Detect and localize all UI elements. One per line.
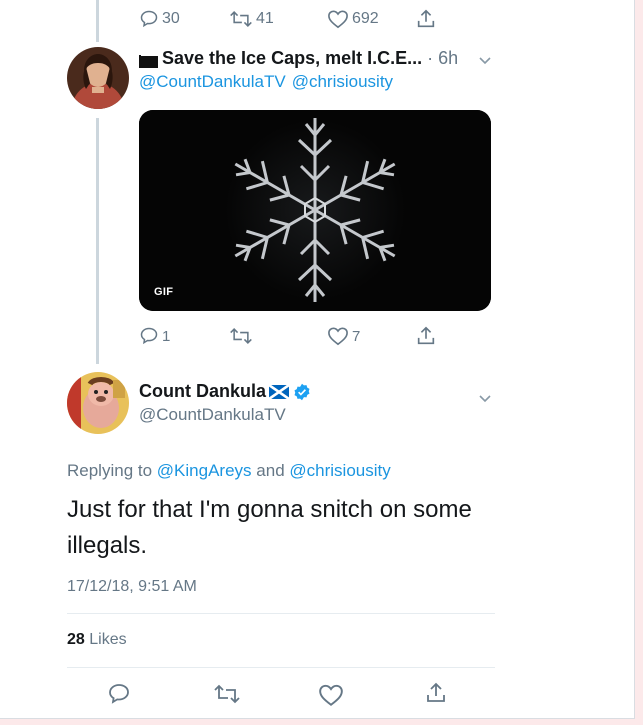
like-count: 7 [352,327,361,345]
share-icon [417,9,435,28]
black-flag-icon [139,52,158,68]
retweet-icon [230,328,252,344]
scotland-flag-icon [269,384,290,399]
share-button[interactable] [424,681,448,705]
reply-tweet-header: Save the Ice Caps, melt I.C.E... · 6h [139,47,499,69]
likes-count: 28 [67,631,85,648]
chevron-down-icon [479,57,491,65]
avatar[interactable] [67,47,129,109]
tweet-text-line: illegals. [67,532,148,559]
tweet-timestamp[interactable]: 17/12/18, 9:51 AM [67,578,197,596]
author-display-name[interactable]: Count Dankula [139,381,266,402]
author-handle[interactable]: @CountDankulaTV [139,405,286,425]
like-button[interactable]: 692 [327,9,379,29]
reply-count: 1 [162,327,171,345]
like-button[interactable] [318,683,344,707]
verified-badge-icon [293,383,311,401]
tweet-text: Just for that I'm gonna snitch on some i… [67,492,537,564]
cartoon-pug-avatar-image [67,372,129,434]
retweet-button[interactable] [213,683,241,705]
divider [67,667,495,668]
like-count: 692 [352,10,379,27]
retweet-button[interactable]: 41 [229,9,274,29]
like-button[interactable]: 7 [327,326,360,346]
portrait-avatar-image [67,47,129,109]
tweet-menu-button[interactable] [478,53,492,71]
share-icon [427,682,445,702]
chevron-down-icon [479,395,491,403]
retweet-icon [214,684,240,704]
likes-stat[interactable]: 28 Likes [67,631,127,649]
reply-icon [109,684,129,704]
mention-link[interactable]: @chrisiousity [292,72,393,91]
reply-icon [140,327,158,345]
divider [67,613,495,614]
snowflake-gif-image [139,110,491,311]
replying-prefix: Replying to [67,461,153,480]
reply-button[interactable]: 1 [139,326,170,346]
replying-to-line: Replying to @KingAreys and @chrisiousity [67,461,391,481]
reply-mentions: @CountDankulaTV @chrisiousity [139,72,399,92]
share-icon [417,326,435,345]
retweet-icon [230,11,252,27]
gif-media[interactable]: GIF [139,110,491,311]
avatar[interactable] [67,372,129,434]
heart-icon [328,327,348,346]
reply-display-name[interactable]: Save the Ice Caps, melt I.C.E... [162,48,422,69]
reply-button[interactable]: 30 [139,9,180,29]
retweet-button[interactable] [229,326,253,346]
mention-link[interactable]: @CountDankulaTV [139,72,286,91]
replying-conjunction: and [256,461,285,480]
mention-link[interactable]: @chrisiousity [289,461,390,480]
heart-icon [328,10,348,29]
thread-connector-line [96,0,99,42]
gif-badge: GIF [154,286,174,298]
tweet-menu-button[interactable] [478,391,492,409]
reply-count: 30 [162,10,180,27]
reply-tweet-time: · 6h [427,47,459,68]
likes-label: Likes [89,631,127,648]
reply-icon [140,10,158,28]
thread-connector-line [96,118,99,364]
retweet-count: 41 [256,10,274,27]
tweet-text-line: Just for that I'm gonna snitch on some [67,496,472,523]
heart-icon [319,684,343,706]
tweet-thread-panel: 30 41 692 Save the Ice Caps, melt I.C.E.… [0,0,635,719]
mention-link[interactable]: @KingAreys [157,461,252,480]
reply-button[interactable] [107,682,131,706]
share-button[interactable] [415,8,437,30]
author-name-row: Count Dankula [139,381,311,402]
share-button[interactable] [415,325,437,347]
